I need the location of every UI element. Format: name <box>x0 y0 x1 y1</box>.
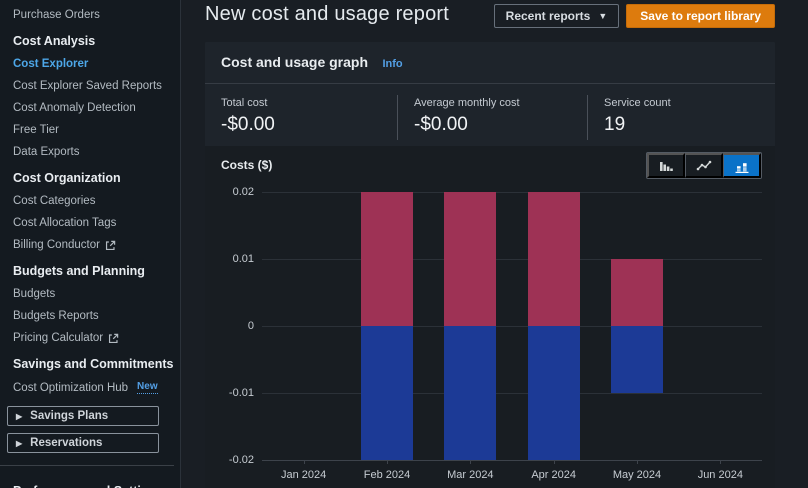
bar-chart-icon <box>658 158 674 174</box>
stacked-bar-chart-button[interactable] <box>723 153 761 178</box>
y-tick-label: 0 <box>247 320 254 332</box>
gridline <box>262 326 762 327</box>
chart-y-axis-title: Costs ($) <box>221 158 273 172</box>
sidebar-divider <box>0 465 174 466</box>
sidebar-item-label: Cost Optimization Hub <box>13 381 129 394</box>
sidebar-item-cost-anomaly-detection[interactable]: Cost Anomaly Detection <box>0 97 180 119</box>
triangle-right-icon: ▶ <box>16 438 23 448</box>
bar-segment-below-zero-mar-2024[interactable] <box>444 326 497 460</box>
x-tick-label: Jun 2024 <box>697 469 743 481</box>
stat-label: Service count <box>604 97 671 109</box>
stacked-bar-chart-icon <box>734 158 750 174</box>
bar-segment-above-zero-feb-2024[interactable] <box>361 192 413 326</box>
stat-value: 19 <box>604 114 626 135</box>
sidebar-item-label: Cost Explorer <box>13 58 89 70</box>
sidebar-item-cost-explorer[interactable]: Cost Explorer <box>0 53 180 75</box>
page-header: New cost and usage report Recent reports… <box>181 0 808 42</box>
sidebar-heading-cost-analysis: Cost Analysis <box>13 34 96 48</box>
gridline <box>262 259 762 260</box>
triangle-right-icon: ▶ <box>16 411 23 421</box>
sidebar-item-label: Billing Conductor <box>13 239 100 251</box>
stat-label: Average monthly cost <box>414 97 520 109</box>
sidebar-item-cost-optimization-hub[interactable]: Cost Optimization Hub New <box>0 376 180 399</box>
stat-average-monthly-cost: Average monthly cost -$0.00 <box>397 95 587 140</box>
sidebar-item-label: Cost Explorer Saved Reports <box>13 80 162 92</box>
bar-segment-above-zero-mar-2024[interactable] <box>444 192 497 326</box>
stat-label: Total cost <box>221 97 268 109</box>
sidebar-heading-savings-and-commitments: Savings and Commitments <box>13 357 174 371</box>
bar-segment-below-zero-apr-2024[interactable] <box>527 326 580 460</box>
sidebar-item-cost-categories[interactable]: Cost Categories <box>0 190 180 212</box>
sidebar-item-label: Purchase Orders <box>13 9 100 21</box>
sidebar-item-cost-allocation-tags[interactable]: Cost Allocation Tags <box>0 212 180 234</box>
sidebar-item-label: Pricing Calculator <box>13 332 104 344</box>
chart-type-toggle <box>646 152 762 179</box>
sidebar-item-budgets-reports[interactable]: Budgets Reports <box>0 305 180 327</box>
line-chart-button[interactable] <box>685 153 723 178</box>
sidebar-heading-budgets-and-planning: Budgets and Planning <box>13 264 145 278</box>
line-chart-icon <box>696 158 712 174</box>
sidebar-item-label: Free Tier <box>13 124 60 136</box>
sidebar-item-data-exports[interactable]: Data Exports <box>0 141 180 163</box>
stats-row: Total cost -$0.00 Average monthly cost -… <box>205 84 775 150</box>
save-to-report-library-button[interactable]: Save to report library <box>626 4 775 28</box>
main-content: New cost and usage report Recent reports… <box>181 0 808 488</box>
x-tick-label: Apr 2024 <box>531 469 576 481</box>
stat-total-cost: Total cost -$0.00 <box>205 95 397 140</box>
sidebar-nav: Purchase Orders Cost Analysis Cost Explore… <box>0 0 181 488</box>
sidebar-item-label: Budgets <box>13 288 56 300</box>
x-tick-label: Jan 2024 <box>281 469 327 481</box>
sidebar-item-label: Budgets Reports <box>13 310 99 322</box>
sidebar-expander-reservations[interactable]: ▶ Reservations <box>7 433 159 453</box>
stat-value: -$0.00 <box>221 114 275 135</box>
chart-area: Costs ($) 0.02 0.01 0 -0.01 -0.02 Jan 2024 Feb… <box>205 146 775 488</box>
x-tick-label: May 2024 <box>612 469 662 481</box>
x-axis-line <box>262 460 762 461</box>
sidebar-item-label: Data Exports <box>13 146 80 158</box>
x-tick-label: Feb 2024 <box>363 469 411 481</box>
recent-reports-button[interactable]: Recent reports ▼ <box>493 4 620 28</box>
sidebar-item-billing-conductor[interactable]: Billing Conductor <box>0 234 180 256</box>
bar-segment-below-zero-feb-2024[interactable] <box>361 326 413 460</box>
info-link[interactable]: Info <box>382 58 402 70</box>
sidebar-item-label: Cost Categories <box>13 195 96 207</box>
gridline <box>262 393 762 394</box>
chevron-down-icon: ▼ <box>598 11 608 21</box>
chart-plot: 0.02 0.01 0 -0.01 -0.02 Jan 2024 Feb 2024 Mar 2… <box>229 186 762 481</box>
panel-header: Cost and usage graph Info <box>205 42 775 84</box>
page-title: New cost and usage report <box>205 3 450 25</box>
bar-segment-below-zero-may-2024[interactable] <box>611 326 663 393</box>
new-badge: New <box>137 381 158 394</box>
expander-label: Savings Plans <box>30 410 109 422</box>
sidebar-item-pricing-calculator[interactable]: Pricing Calculator <box>0 327 180 349</box>
stat-service-count: Service count 19 <box>587 95 687 140</box>
x-tick-label: Mar 2024 <box>447 469 494 481</box>
external-link-icon <box>105 240 116 251</box>
sidebar-item-budgets[interactable]: Budgets <box>0 283 180 305</box>
sidebar-item-free-tier[interactable]: Free Tier <box>0 119 180 141</box>
panel-title: Cost and usage graph <box>221 54 369 70</box>
expander-label: Reservations <box>30 437 103 449</box>
y-tick-label: -0.01 <box>228 387 254 399</box>
sidebar-item-label: Cost Anomaly Detection <box>13 102 136 114</box>
y-tick-label: 0.01 <box>232 253 254 265</box>
sidebar-heading-preferences-and-settings: Preferences and Settings <box>0 476 180 488</box>
sidebar-expander-savings-plans[interactable]: ▶ Savings Plans <box>7 406 159 426</box>
stat-value: -$0.00 <box>414 114 468 135</box>
bar-segment-above-zero-apr-2024[interactable] <box>527 192 580 326</box>
bar-segment-above-zero-may-2024[interactable] <box>611 259 663 326</box>
gridline <box>262 192 762 193</box>
bar-chart-button[interactable] <box>647 153 685 178</box>
sidebar-item-purchase-orders[interactable]: Purchase Orders <box>0 4 180 26</box>
recent-reports-label: Recent reports <box>505 9 591 23</box>
sidebar-heading-cost-organization: Cost Organization <box>13 171 121 185</box>
y-tick-label: 0.02 <box>232 186 254 198</box>
sidebar-item-label: Cost Allocation Tags <box>13 217 117 229</box>
cost-usage-panel: Cost and usage graph Info Total cost -$0… <box>205 42 775 488</box>
sidebar-item-cost-explorer-saved-reports[interactable]: Cost Explorer Saved Reports <box>0 75 180 97</box>
header-actions: Recent reports ▼ Save to report library <box>493 4 775 28</box>
y-tick-label: -0.02 <box>228 454 254 466</box>
external-link-icon <box>108 333 119 344</box>
